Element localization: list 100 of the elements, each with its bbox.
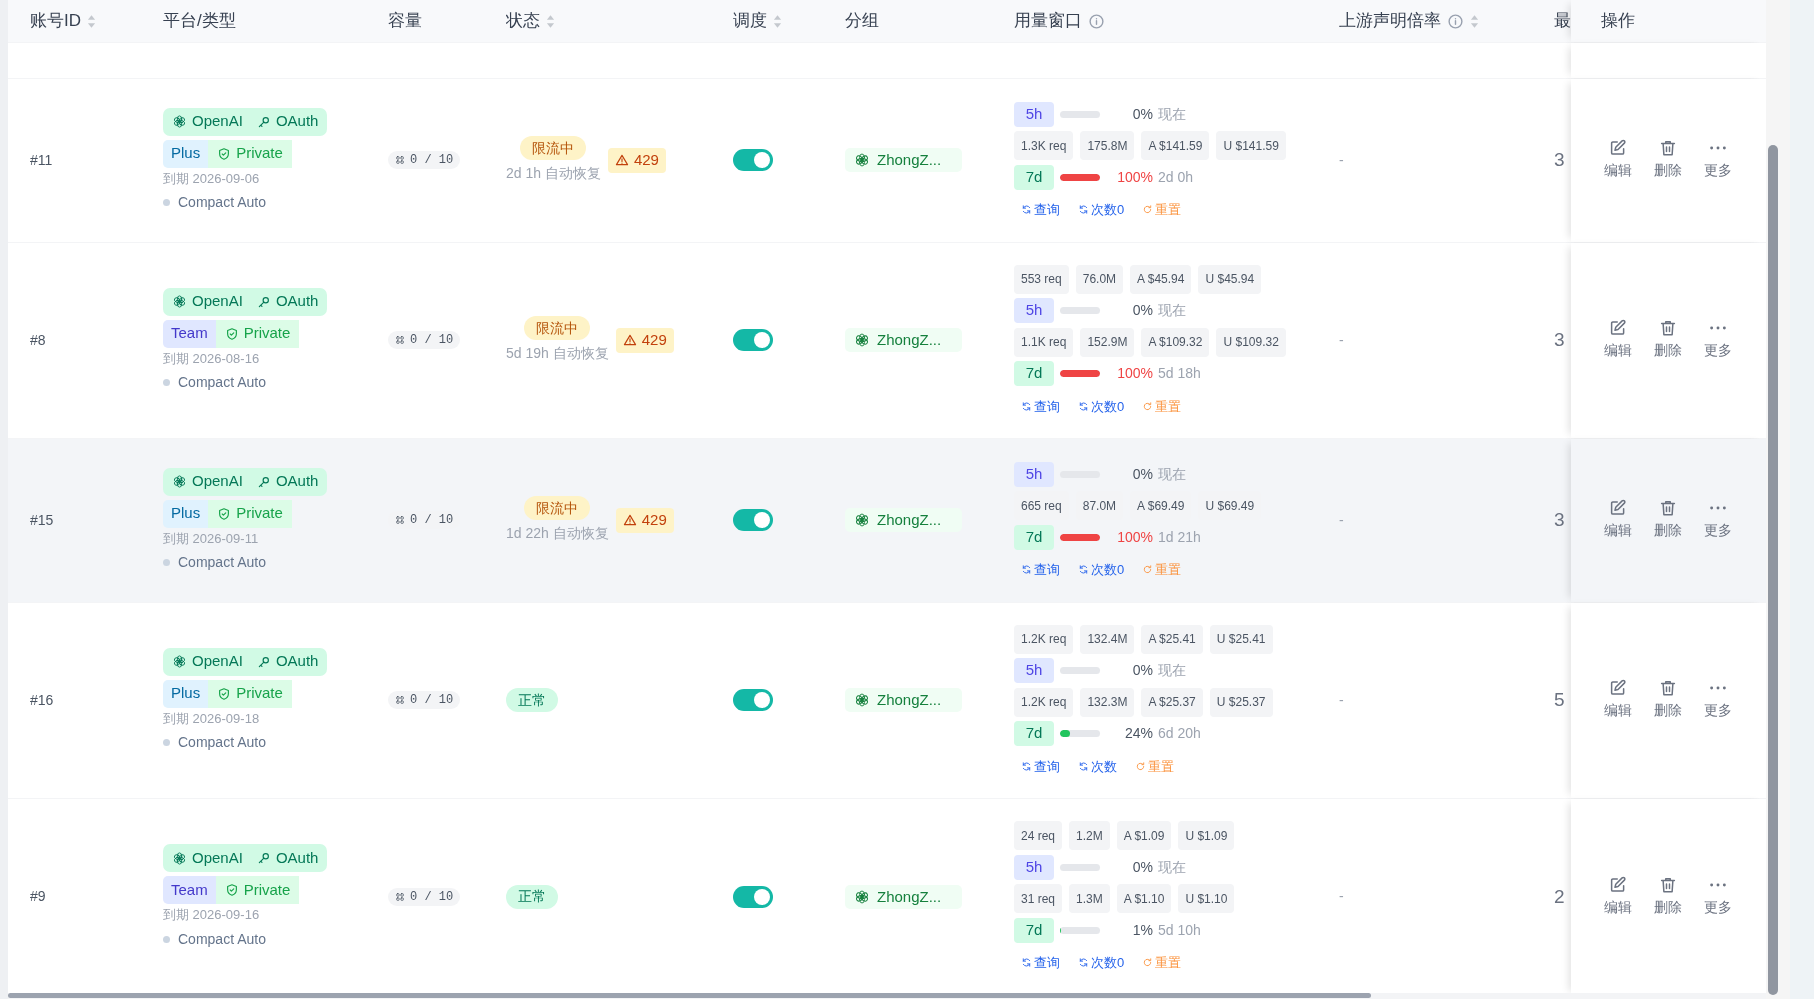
sort-icon[interactable] xyxy=(1470,13,1479,29)
delete-button[interactable]: 删除 xyxy=(1645,875,1690,918)
usage-stat: 1.1K req xyxy=(1014,327,1074,357)
more-icon xyxy=(1709,882,1726,887)
edit-icon xyxy=(1608,499,1627,518)
key-icon xyxy=(256,114,271,129)
account-id: #11 xyxy=(30,150,53,170)
usage-percent: 100% xyxy=(1116,364,1153,383)
usage-percent: 24% xyxy=(1123,724,1153,743)
count-link[interactable]: 次数0 xyxy=(1078,200,1125,220)
edit-button[interactable]: 编辑 xyxy=(1595,139,1640,182)
column-header[interactable]: 账号ID xyxy=(30,8,81,34)
status-badge: 限流中 xyxy=(524,496,591,521)
period-tag: 5h xyxy=(1014,101,1054,127)
count-link[interactable]: 次数0 xyxy=(1078,396,1125,416)
count-link[interactable]: 次数0 xyxy=(1078,560,1125,580)
more-button[interactable]: 更多 xyxy=(1695,499,1740,542)
column-header[interactable]: 调度 xyxy=(733,8,767,34)
more-button[interactable]: 更多 xyxy=(1695,875,1740,918)
reset-time: 现在 xyxy=(1158,661,1186,680)
edit-button[interactable]: 编辑 xyxy=(1595,319,1640,362)
reset-time: 现在 xyxy=(1158,857,1186,877)
reset-time: 现在 xyxy=(1158,104,1186,124)
capacity-badge: 0 / 10 xyxy=(388,691,461,710)
column-header[interactable]: 上游声明倍率 xyxy=(1339,8,1441,34)
sort-icon[interactable] xyxy=(773,13,782,29)
usage-stat: A $1.10 xyxy=(1116,884,1172,913)
openai-icon xyxy=(172,114,187,129)
platform-name: OpenAI xyxy=(192,291,243,312)
auth-type: OAuth xyxy=(275,651,319,672)
capacity-badge: 0 / 10 xyxy=(388,151,461,170)
usage-stat: 1.3K req xyxy=(1014,131,1074,160)
trash-icon xyxy=(1658,679,1677,698)
recovery-time: 1d 22h 自动恢复 xyxy=(506,524,609,544)
query-link[interactable]: 查询 xyxy=(1021,396,1060,416)
more-button[interactable]: 更多 xyxy=(1695,139,1740,182)
openai-icon xyxy=(854,332,870,349)
last-used: 3 xyxy=(1554,148,1565,172)
grid-icon xyxy=(395,515,405,526)
column-header: 最 xyxy=(1554,10,1571,33)
more-button[interactable]: 更多 xyxy=(1695,319,1740,362)
column-header: 操作 xyxy=(1601,10,1635,33)
reset-time: 2d 0h xyxy=(1158,167,1194,187)
query-link[interactable]: 查询 xyxy=(1021,560,1060,580)
shield-check-icon xyxy=(217,506,232,521)
recovery-time: 5d 19h 自动恢复 xyxy=(506,344,609,364)
openai-icon xyxy=(172,294,187,309)
reset-time: 现在 xyxy=(1158,464,1186,484)
openai-icon xyxy=(172,474,187,489)
more-button[interactable]: 更多 xyxy=(1695,679,1740,722)
column-header: 容量 xyxy=(388,10,422,33)
key-icon xyxy=(256,474,271,489)
usage-percent: 0% xyxy=(1131,464,1153,484)
usage-stat: U $1.10 xyxy=(1178,884,1235,913)
period-tag: 7d xyxy=(1014,721,1054,746)
plan-tag: Plus xyxy=(163,679,209,708)
usage-stat: U $25.41 xyxy=(1209,624,1273,654)
usage-stat: 24 req xyxy=(1014,821,1063,850)
usage-stat: U $25.37 xyxy=(1209,687,1273,717)
capacity-badge: 0 / 10 xyxy=(388,331,461,350)
mode-label: Compact Auto xyxy=(178,733,266,752)
column-header[interactable]: 状态 xyxy=(506,8,540,34)
expiry-date: 到期 2026-09-16 xyxy=(163,906,260,924)
schedule-toggle[interactable] xyxy=(733,509,773,532)
horizontal-scrollbar[interactable] xyxy=(8,993,1371,998)
edit-button[interactable]: 编辑 xyxy=(1595,679,1640,722)
usage-stat: A $109.32 xyxy=(1141,327,1210,357)
query-link[interactable]: 查询 xyxy=(1021,200,1060,220)
count-link[interactable]: 次数0 xyxy=(1078,953,1125,973)
schedule-toggle[interactable] xyxy=(733,329,773,352)
edit-button[interactable]: 编辑 xyxy=(1595,499,1640,542)
schedule-toggle[interactable] xyxy=(733,689,773,712)
refresh-icon xyxy=(1021,957,1032,969)
reset-time: 1d 21h xyxy=(1158,527,1201,547)
mode-label: Compact Auto xyxy=(178,193,266,212)
upstream-rate: - xyxy=(1339,150,1344,170)
more-icon xyxy=(1709,506,1726,511)
sort-icon[interactable] xyxy=(546,13,555,29)
usage-stat: 1.2K req xyxy=(1014,624,1074,654)
query-link[interactable]: 查询 xyxy=(1021,953,1060,973)
edit-button[interactable]: 编辑 xyxy=(1595,875,1640,918)
column-header: 用量窗口 xyxy=(1014,10,1082,33)
delete-button[interactable]: 删除 xyxy=(1645,679,1690,722)
more-icon xyxy=(1709,326,1726,331)
delete-button[interactable]: 删除 xyxy=(1645,319,1690,362)
expiry-date: 到期 2026-09-18 xyxy=(163,709,260,728)
count-link[interactable]: 次数 xyxy=(1078,756,1117,776)
schedule-toggle[interactable] xyxy=(733,149,773,172)
capacity-badge: 0 / 10 xyxy=(388,887,461,906)
privacy-tag: Private xyxy=(208,679,292,708)
status-badge: 限流中 xyxy=(524,316,591,341)
usage-stat: 31 req xyxy=(1014,884,1063,913)
delete-button[interactable]: 删除 xyxy=(1645,139,1690,182)
reset-time: 5d 10h xyxy=(1158,920,1201,940)
schedule-toggle[interactable] xyxy=(733,885,773,908)
delete-button[interactable]: 删除 xyxy=(1645,499,1690,542)
vertical-scrollbar[interactable] xyxy=(1768,145,1778,995)
upstream-rate: - xyxy=(1339,887,1344,907)
query-link[interactable]: 查询 xyxy=(1021,756,1060,776)
sort-icon[interactable] xyxy=(87,13,96,29)
